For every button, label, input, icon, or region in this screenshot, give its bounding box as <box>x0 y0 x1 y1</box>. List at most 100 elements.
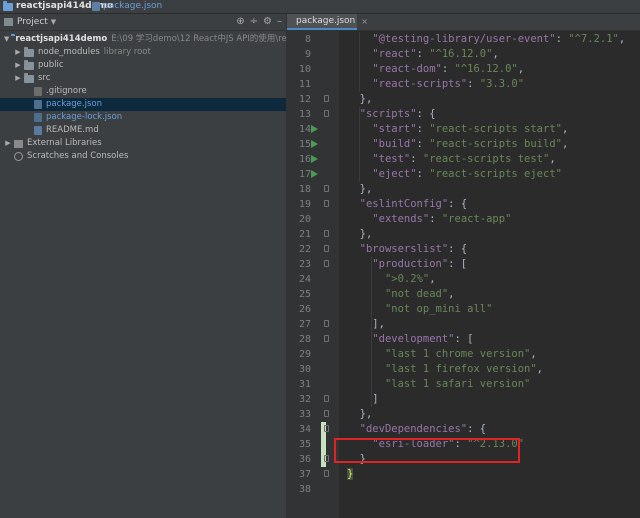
settings-icon[interactable]: ⚙ <box>263 16 272 27</box>
tree-item[interactable]: ▶ node_modules library root <box>0 46 286 59</box>
chevron-down-icon[interactable]: ▼ <box>4 33 9 46</box>
fold-icon[interactable] <box>324 185 329 192</box>
folder-icon <box>24 59 34 70</box>
code-line[interactable]: 22 "browserslist": { <box>299 242 640 257</box>
close-icon[interactable]: × <box>361 17 368 26</box>
tree-item[interactable]: ▶ External Libraries <box>0 137 286 150</box>
line-number: 14 <box>298 124 311 135</box>
code-line[interactable]: 16 "test": "react-scripts test", <box>299 152 640 167</box>
globe-icon[interactable]: ⊕ <box>236 16 244 27</box>
code-text: "react-scripts": "3.3.0" <box>372 78 525 90</box>
chevron-right-icon[interactable]: ▶ <box>14 46 22 59</box>
code-line[interactable]: 29 "last 1 chrome version", <box>299 347 640 362</box>
line-number: 17 <box>298 169 311 180</box>
code-line[interactable]: 14 "start": "react-scripts start", <box>299 122 640 137</box>
code-line[interactable]: 9 "react": "^16.12.0", <box>305 47 640 62</box>
code-line[interactable]: 23 "production": [ <box>299 257 640 272</box>
code-line[interactable]: 8 "@testing-library/user-event": "^7.2.1… <box>305 32 640 47</box>
line-number: 24 <box>298 274 311 285</box>
split-icon[interactable]: ÷ <box>250 16 258 27</box>
fold-icon[interactable] <box>324 245 329 252</box>
tab-package-json[interactable]: package.json × <box>287 14 368 30</box>
code-line[interactable]: 15 "build": "react-scripts build", <box>299 137 640 152</box>
project-panel-title[interactable]: Project <box>17 17 48 27</box>
code-text: "build": "react-scripts build", <box>372 138 569 150</box>
project-panel-toolbar: ⊕ ÷ ⚙ – <box>236 16 282 27</box>
tree-item[interactable]: package.json <box>0 98 286 111</box>
fold-icon[interactable] <box>324 335 329 342</box>
fold-icon[interactable] <box>324 110 329 117</box>
json-file-icon <box>92 2 100 11</box>
change-marker[interactable] <box>321 437 326 452</box>
fold-icon[interactable] <box>324 395 329 402</box>
scratches-icon <box>14 152 23 161</box>
run-script-icon[interactable] <box>311 140 318 148</box>
code-line[interactable]: 27 ], <box>299 317 640 332</box>
breadcrumb-file[interactable]: package.json <box>92 0 162 13</box>
code-line[interactable]: 30 "last 1 firefox version", <box>299 362 640 377</box>
line-number: 15 <box>298 139 311 150</box>
tree-item[interactable]: package-lock.json <box>0 111 286 124</box>
code-line[interactable]: 12 }, <box>299 92 640 107</box>
code-line[interactable]: 25 "not dead", <box>299 287 640 302</box>
code-line[interactable]: 26 "not op_mini all" <box>299 302 640 317</box>
git-file-icon <box>34 87 42 96</box>
fold-icon[interactable] <box>324 470 329 477</box>
code-text: "@testing-library/user-event": "^7.2.1", <box>372 33 626 45</box>
code-text: "eject": "react-scripts eject" <box>372 168 562 180</box>
fold-icon[interactable] <box>324 455 329 462</box>
tree-item[interactable]: README.md <box>0 124 286 137</box>
indent-guide <box>359 107 360 182</box>
fold-icon[interactable] <box>324 260 329 267</box>
minimize-icon[interactable]: – <box>277 16 282 27</box>
tree-item[interactable]: Scratches and Consoles <box>0 150 286 163</box>
fold-icon[interactable] <box>324 200 329 207</box>
code-line[interactable]: 13 "scripts": { <box>299 107 640 122</box>
code-line[interactable]: 19 "eslintConfig": { <box>299 197 640 212</box>
code-line[interactable]: 32 ] <box>299 392 640 407</box>
code-line[interactable]: 24 ">0.2%", <box>299 272 640 287</box>
fold-icon[interactable] <box>324 320 329 327</box>
tree-item-label: reactjsapi414demo <box>15 34 108 44</box>
code-line[interactable]: 28 "development": [ <box>299 332 640 347</box>
tree-item-label: Scratches and Consoles <box>27 151 129 161</box>
code-line[interactable]: 38 <box>299 482 640 497</box>
run-script-icon[interactable] <box>311 155 318 163</box>
tree-item[interactable]: ▶ public <box>0 59 286 72</box>
code-text: "last 1 chrome version", <box>384 348 537 360</box>
fold-icon[interactable] <box>324 425 329 432</box>
code-line[interactable]: 31 "last 1 safari version" <box>299 377 640 392</box>
line-number: 8 <box>304 34 311 45</box>
fold-icon[interactable] <box>324 95 329 102</box>
chevron-right-icon[interactable]: ▶ <box>4 137 12 150</box>
project-icon <box>4 18 13 26</box>
code-line[interactable]: 20 "extends": "react-app" <box>299 212 640 227</box>
code-text: "test": "react-scripts test", <box>372 153 556 165</box>
fold-icon[interactable] <box>324 410 329 417</box>
code-line[interactable]: 10 "react-dom": "^16.12.0", <box>299 62 640 77</box>
code-line[interactable]: 21 }, <box>299 227 640 242</box>
code-text: "start": "react-scripts start", <box>372 123 569 135</box>
code-line[interactable]: 11 "react-scripts": "3.3.0" <box>299 77 640 92</box>
chevron-down-icon[interactable]: ▼ <box>51 18 56 26</box>
line-number: 25 <box>298 289 311 300</box>
code-line[interactable]: 18 }, <box>299 182 640 197</box>
tree-item-label: package-lock.json <box>46 112 123 122</box>
tree-item-label: node_modules <box>38 47 100 57</box>
fold-icon[interactable] <box>324 230 329 237</box>
run-script-icon[interactable] <box>311 125 318 133</box>
tree-item[interactable]: .gitignore <box>0 85 286 98</box>
code-line[interactable]: 17 "eject": "react-scripts eject" <box>299 167 640 182</box>
chevron-right-icon[interactable]: ▶ <box>14 59 22 72</box>
line-number: 36 <box>298 454 311 465</box>
line-number: 27 <box>298 319 311 330</box>
chevron-right-icon[interactable]: ▶ <box>14 72 22 85</box>
run-script-icon[interactable] <box>311 170 318 178</box>
line-number: 29 <box>298 349 311 360</box>
line-number: 23 <box>298 259 311 270</box>
tree-item[interactable]: ▶ src <box>0 72 286 85</box>
tree-item[interactable]: ▼ reactjsapi414demo E:\09 学习demo\12 React中… <box>0 33 341 46</box>
code-line[interactable]: 34 "devDependencies": { <box>299 422 640 437</box>
code-line[interactable]: 37} <box>299 467 640 482</box>
code-line[interactable]: 33 }, <box>299 407 640 422</box>
